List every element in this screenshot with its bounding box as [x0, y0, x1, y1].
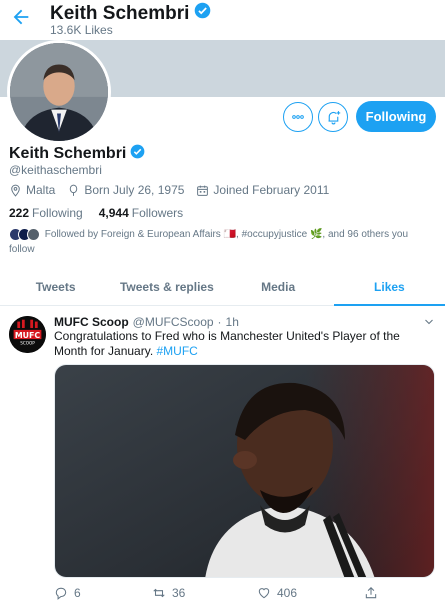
tweet-separator: · [217, 315, 222, 329]
avatar-photo [10, 43, 108, 141]
notifications-button[interactable] [318, 102, 348, 132]
chevron-down-icon[interactable] [423, 315, 435, 327]
profile-meta: Malta Born July 26, 1975 Joined February… [9, 183, 329, 197]
tab-likes[interactable]: Likes [333, 268, 445, 306]
verified-icon [130, 144, 145, 164]
location-item: Malta [9, 183, 55, 197]
header-title: Keith Schembri [50, 2, 211, 25]
tweet-avatar[interactable]: MUFC SCOOP [9, 316, 46, 353]
top-bar: Keith Schembri 13.6K Likes [0, 0, 445, 40]
follow-counts: 222 Following 4,944 Followers [9, 206, 183, 220]
birthday-item: Born July 26, 1975 [67, 183, 184, 197]
following-button[interactable]: Following [356, 101, 436, 132]
more-options-button[interactable] [283, 102, 313, 132]
retweet-count: 36 [172, 586, 186, 600]
svg-text:SCOOP: SCOOP [20, 341, 35, 346]
calendar-icon [197, 185, 209, 196]
reply-count: 6 [74, 586, 81, 600]
retweet-button[interactable]: 36 [152, 586, 185, 600]
share-icon [365, 587, 377, 599]
tweet-body: Congratulations to Fred who is Mancheste… [54, 329, 400, 358]
following-link[interactable]: 222 Following [9, 206, 83, 220]
birthday-text: Born July 26, 1975 [84, 183, 185, 197]
ellipsis-icon [292, 115, 304, 119]
header-name: Keith Schembri [50, 2, 190, 24]
tweet-header: MUFC Scoop @MUFCScoop · 1h [54, 315, 239, 329]
player-photo [55, 365, 434, 577]
tweet-text: Congratulations to Fred who is Mancheste… [54, 329, 434, 359]
header-likes-count: 13.6K Likes [50, 23, 113, 37]
tweet-media-image[interactable] [54, 364, 435, 578]
profile-name-text: Keith Schembri [9, 145, 127, 162]
tab-media[interactable]: Media [223, 268, 334, 305]
followed-by-text: Followed by Foreign & European Affairs 🇲… [44, 229, 409, 240]
bell-plus-icon [328, 110, 340, 124]
reply-icon [55, 587, 67, 600]
heart-icon [258, 588, 270, 599]
location-pin-icon [11, 184, 20, 197]
tweet-hashtag[interactable]: #MUFC [157, 344, 198, 358]
tweet-time[interactable]: 1h [226, 315, 239, 329]
joined-item: Joined February 2011 [196, 183, 329, 197]
share-button[interactable] [364, 586, 378, 600]
svg-text:MUFC: MUFC [15, 331, 41, 340]
profile-avatar[interactable] [7, 40, 111, 144]
tweet-actions: 6 36 406 [54, 586, 435, 602]
tweet[interactable]: MUFC SCOOP MUFC Scoop @MUFCScoop · 1h Co… [0, 306, 445, 606]
profile-tabs: Tweets Tweets & replies Media Likes [0, 268, 445, 306]
tweet-author-handle[interactable]: @MUFCScoop [133, 315, 214, 329]
back-arrow-icon[interactable] [10, 6, 32, 28]
followed-by-avatars [9, 227, 40, 241]
tweet-author-name[interactable]: MUFC Scoop [54, 315, 129, 329]
retweet-icon [153, 588, 165, 598]
location-text: Malta [26, 183, 56, 197]
like-button[interactable]: 406 [257, 586, 297, 600]
follower-avatar [27, 227, 40, 241]
mufc-scoop-logo-icon: MUFC SCOOP [9, 316, 46, 353]
profile-name: Keith Schembri [9, 144, 145, 164]
profile-handle: @keithaschembri [9, 163, 102, 177]
balloon-icon [70, 184, 78, 196]
followers-link[interactable]: 4,944 Followers [99, 206, 183, 220]
verified-icon [194, 2, 211, 25]
joined-text: Joined February 2011 [213, 183, 330, 197]
tab-tweets[interactable]: Tweets [0, 268, 111, 305]
tab-tweets-replies[interactable]: Tweets & replies [111, 268, 222, 305]
followed-by[interactable]: Followed by Foreign & European Affairs 🇲… [9, 227, 437, 257]
reply-button[interactable]: 6 [54, 586, 81, 600]
like-count: 406 [277, 586, 298, 600]
followed-by-text-cont: follow [9, 244, 35, 255]
